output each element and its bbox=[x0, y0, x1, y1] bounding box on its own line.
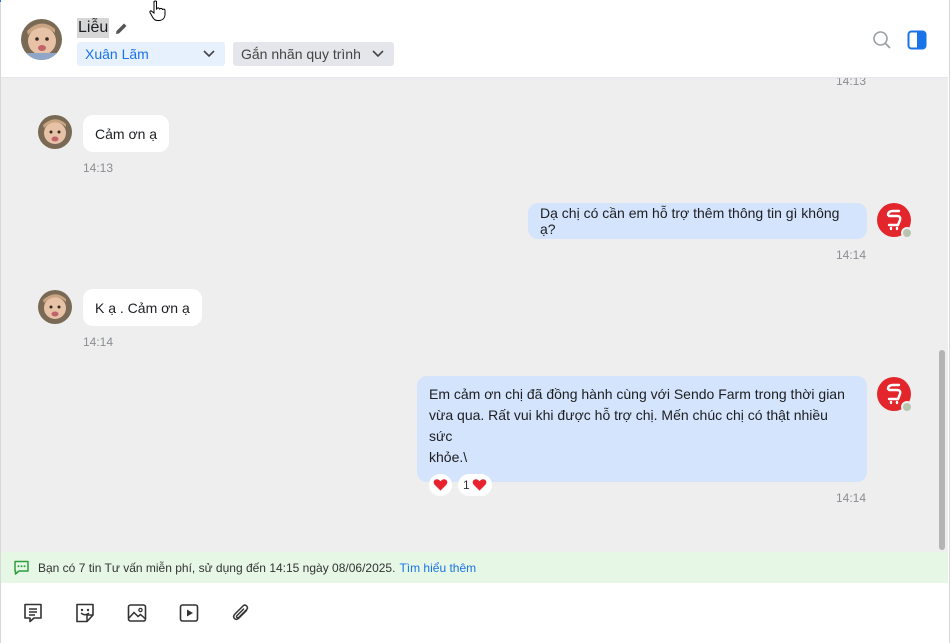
heart-icon bbox=[472, 479, 487, 491]
heart-icon bbox=[433, 479, 448, 491]
workflow-tag-dropdown[interactable]: Gắn nhãn quy trình bbox=[233, 42, 394, 66]
notice-text: Bạn có 7 tin Tư vấn miễn phí, sử dụng đế… bbox=[38, 560, 396, 575]
sticker-icon[interactable] bbox=[74, 602, 96, 624]
pencil-icon[interactable] bbox=[115, 22, 128, 35]
contact-avatar-small[interactable] bbox=[38, 290, 72, 324]
message-text: K ạ . Cảm ơn ạ bbox=[95, 299, 190, 316]
hand-cursor-icon bbox=[148, 0, 168, 22]
message-bubble-incoming[interactable]: Cảm ơn ạ bbox=[83, 115, 170, 152]
reaction-count: 1 bbox=[463, 477, 470, 492]
assignee-dropdown[interactable]: Xuân Lãm bbox=[77, 42, 225, 66]
message-bubble-incoming[interactable]: K ạ . Cảm ơn ạ bbox=[83, 289, 202, 326]
contact-name-group: Liễu bbox=[77, 18, 128, 38]
add-reaction-button[interactable] bbox=[429, 474, 452, 496]
assignee-value: Xuân Lãm bbox=[85, 46, 149, 62]
attachment-icon[interactable] bbox=[230, 602, 252, 624]
learn-more-link[interactable]: Tìm hiểu thêm bbox=[399, 561, 476, 575]
template-icon[interactable] bbox=[22, 602, 44, 624]
side-panel-toggle-icon[interactable] bbox=[907, 30, 927, 50]
message-text-line: Em cảm ơn chị đã đồng hành cùng với Send… bbox=[429, 386, 845, 402]
message-bubble-outgoing[interactable]: Em cảm ơn chị đã đồng hành cùng với Send… bbox=[417, 376, 867, 496]
message-bubble-outgoing[interactable]: Dạ chị có cần em hỗ trợ thêm thông tin g… bbox=[528, 203, 867, 239]
composer-toolbar bbox=[1, 583, 948, 643]
shop-avatar[interactable] bbox=[877, 203, 913, 239]
contact-avatar[interactable] bbox=[21, 19, 62, 60]
chat-bubble-icon bbox=[14, 560, 29, 575]
reaction-row: 1 bbox=[429, 474, 855, 496]
message-text-line: khỏe.\ bbox=[429, 449, 468, 465]
contact-name[interactable]: Liễu bbox=[77, 18, 110, 38]
video-icon[interactable] bbox=[178, 602, 200, 624]
chevron-down-icon bbox=[372, 50, 384, 58]
scrollbar-thumb[interactable] bbox=[939, 350, 945, 550]
contact-avatar-small[interactable] bbox=[38, 115, 72, 149]
chevron-down-icon bbox=[203, 50, 215, 58]
reaction-count-pill[interactable]: 1 bbox=[458, 474, 492, 496]
message-list[interactable]: 14:13 Cảm ơn ạ 14:13 Dạ chị có cần em hỗ… bbox=[1, 78, 948, 552]
chat-header: Liễu Xuân Lãm Gắn nhãn quy trình bbox=[1, 0, 948, 78]
message-time: 14:14 bbox=[836, 248, 867, 262]
message-text-line: vừa qua. Rất vui khi được hỗ trợ chị. Mế… bbox=[429, 407, 828, 444]
message-text: Dạ chị có cần em hỗ trợ thêm thông tin g… bbox=[540, 205, 840, 237]
message-text: Cảm ơn ạ bbox=[95, 125, 158, 142]
workflow-tag-placeholder: Gắn nhãn quy trình bbox=[241, 46, 361, 62]
message-time: 14:13 bbox=[83, 161, 114, 175]
agent-badge bbox=[901, 401, 913, 413]
message-time: 14:13 bbox=[836, 78, 867, 88]
message-time: 14:14 bbox=[836, 491, 867, 505]
message-time: 14:14 bbox=[83, 335, 114, 349]
image-icon[interactable] bbox=[126, 602, 148, 624]
free-consult-notice: Bạn có 7 tin Tư vấn miễn phí, sử dụng đế… bbox=[1, 552, 948, 583]
shop-avatar[interactable] bbox=[877, 377, 913, 413]
search-icon[interactable] bbox=[872, 30, 892, 50]
agent-badge bbox=[901, 227, 913, 239]
